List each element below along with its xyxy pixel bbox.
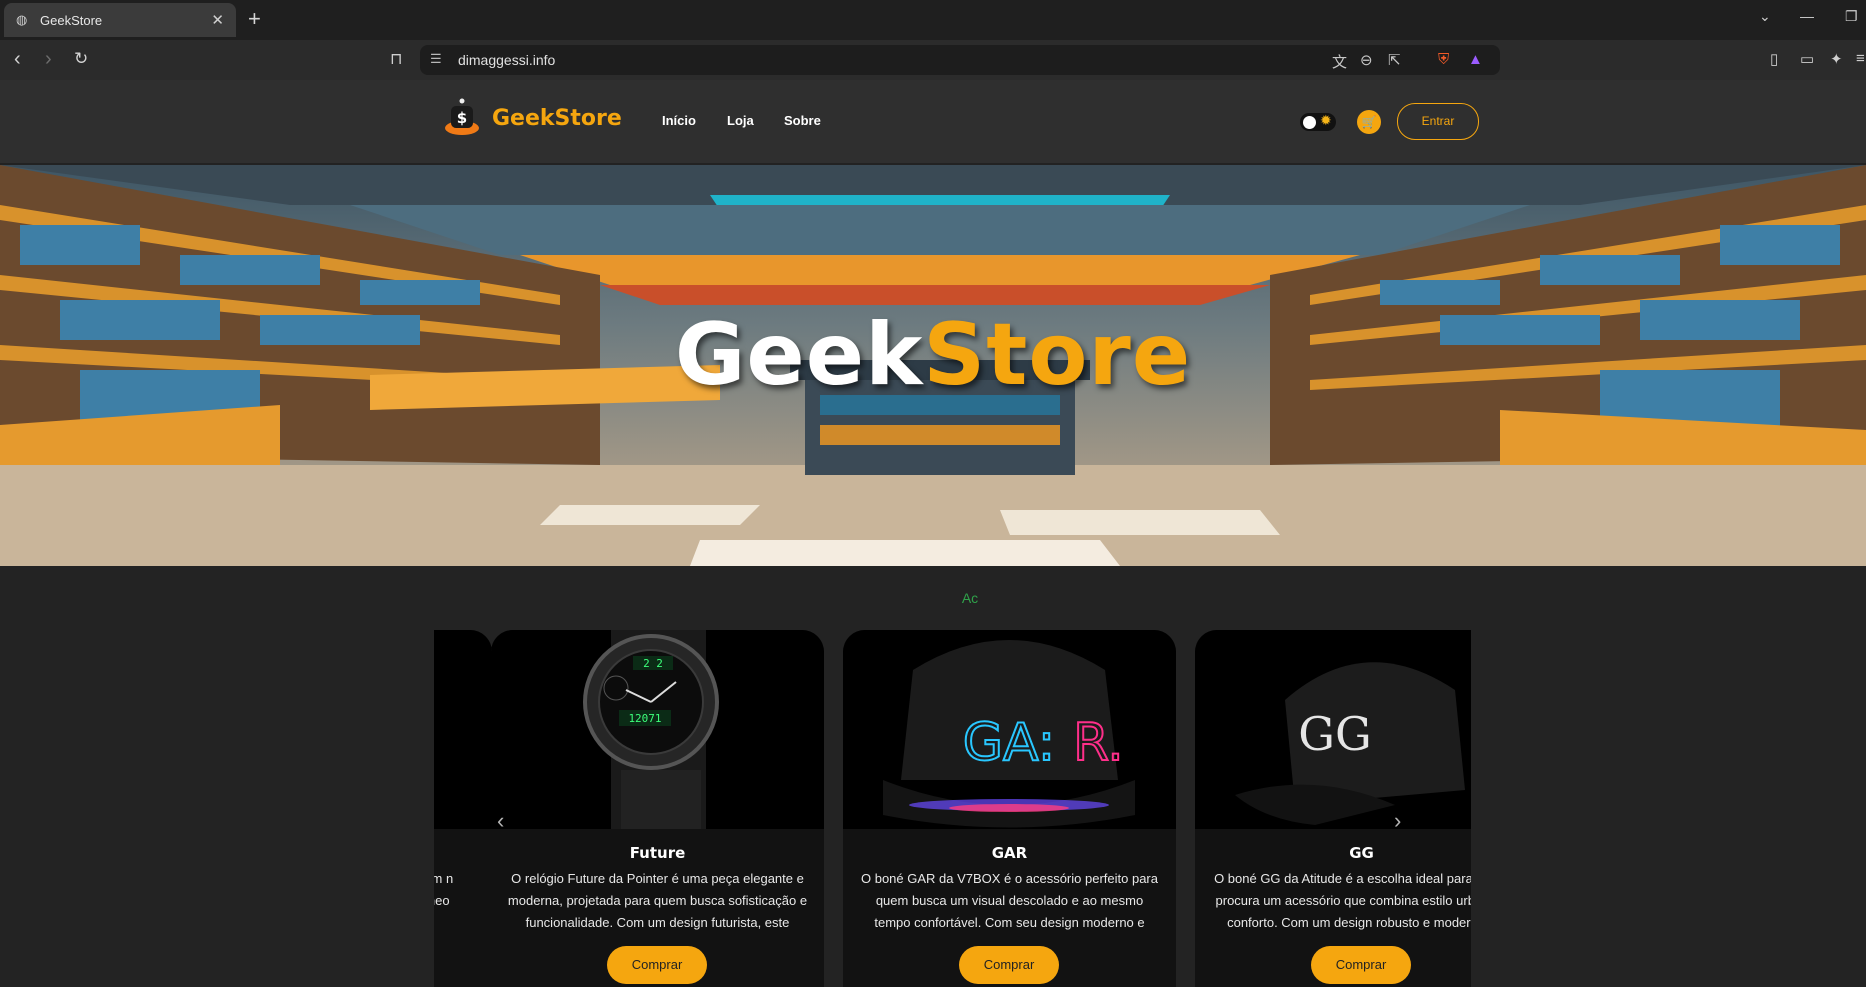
site-info-icon[interactable]: ☰ <box>430 51 442 67</box>
globe-icon: ◍ <box>16 12 28 27</box>
theme-toggle[interactable]: ✹ <box>1300 112 1336 131</box>
svg-text:GA:: GA: <box>963 713 1055 773</box>
svg-text:GG: GG <box>1298 707 1372 761</box>
hero-title-store: Store <box>923 305 1192 405</box>
svg-text:$: $ <box>457 109 467 127</box>
zoom-icon[interactable]: ⊖ <box>1360 51 1373 69</box>
product-description: O boné GG da Atitude é a escolha ideal p… <box>1214 871 1471 930</box>
close-tab-icon[interactable]: ✕ <box>211 11 224 29</box>
new-tab-button[interactable]: + <box>248 6 261 32</box>
leo-ai-icon[interactable]: ✦ <box>1830 50 1843 68</box>
product-card[interactable]: a quem n um âneo e... <box>434 630 492 987</box>
product-description: a quem n um âneo e... <box>434 871 454 908</box>
url-text: dimaggessi.info <box>458 52 556 68</box>
nav-inicio[interactable]: Início <box>662 113 696 128</box>
login-button[interactable]: Entrar <box>1397 103 1479 140</box>
carousel-next-icon[interactable]: › <box>1394 808 1401 834</box>
store-logo-icon[interactable]: $ <box>444 98 480 136</box>
buy-button[interactable]: Comprar <box>607 946 707 984</box>
svg-text:12071: 12071 <box>628 712 661 725</box>
tab-title: GeekStore <box>40 12 103 28</box>
browser-tab[interactable]: ◍ GeekStore ✕ <box>4 3 236 37</box>
reload-button[interactable]: ↻ <box>74 49 88 69</box>
brand-name[interactable]: GeekStore <box>492 106 622 131</box>
svg-text:R.: R. <box>1073 713 1124 773</box>
cart-icon[interactable]: 🛒 <box>1357 110 1381 134</box>
product-image-cap-gar: GA: R. <box>843 630 1176 829</box>
product-image-watch: 2 2 12071 <box>491 630 824 829</box>
forward-button[interactable]: › <box>45 48 52 71</box>
product-description: O relógio Future da Pointer é uma peça e… <box>507 871 808 930</box>
section-label: Ac <box>961 590 979 606</box>
product-carousel: a quem n um âneo e... 2 2 12071 Future O… <box>434 630 1471 987</box>
menu-icon[interactable]: ≡ <box>1856 50 1865 67</box>
address-bar[interactable]: ☰ dimaggessi.info 文 ⊖ ⇱ ⛨ ▲ <box>420 45 1500 75</box>
buy-button[interactable]: Comprar <box>1311 946 1411 984</box>
minimize-button[interactable]: — <box>1800 8 1814 24</box>
browser-tab-bar: ◍ GeekStore ✕ + ⌄ — ❐ <box>0 0 1866 40</box>
toggle-knob <box>1303 116 1316 129</box>
buy-button[interactable]: Comprar <box>959 946 1059 984</box>
hero-title: GeekStore <box>0 305 1866 405</box>
back-button[interactable]: ‹ <box>14 48 21 71</box>
product-card-future[interactable]: 2 2 12071 Future O relógio Future da Poi… <box>491 630 824 987</box>
product-card-gg[interactable]: GG GG O boné GG da Atitude é a escolha i… <box>1195 630 1471 987</box>
tab-search-icon[interactable]: ⌄ <box>1759 8 1771 25</box>
product-name: GAR <box>991 844 1028 862</box>
product-card-gar[interactable]: GA: R. GAR O boné GAR da V7BOX é o acess… <box>843 630 1176 987</box>
browser-toolbar: ‹ › ↻ ⊓ ☰ dimaggessi.info 文 ⊖ ⇱ ⛨ ▲ ▯ ▭ … <box>0 40 1866 80</box>
product-description: O boné GAR da V7BOX é o acessório perfei… <box>860 871 1158 930</box>
hero-title-geek: Geek <box>674 305 924 405</box>
nav-sobre[interactable]: Sobre <box>784 113 821 128</box>
carousel-prev-icon[interactable]: ‹ <box>497 808 504 834</box>
translate-icon[interactable]: 文 <box>1332 51 1347 72</box>
wallet-icon[interactable]: ▭ <box>1800 50 1814 68</box>
restore-button[interactable]: ❐ <box>1845 8 1858 25</box>
product-name: Future <box>629 844 686 862</box>
product-image <box>434 630 492 829</box>
product-image-cap-gg: GG <box>1195 630 1471 829</box>
site-header: $ GeekStore Início Loja Sobre ✹ 🛒 Entrar <box>0 80 1866 165</box>
brave-shield-icon[interactable]: ⛨ <box>1438 51 1449 68</box>
svg-text:2 2: 2 2 <box>643 657 663 670</box>
product-name: GG <box>1349 844 1374 862</box>
sun-icon: ✹ <box>1320 112 1332 128</box>
hero-banner: GeekStore <box>0 165 1866 566</box>
sidebar-icon[interactable]: ▯ <box>1770 50 1778 68</box>
bookmark-icon[interactable]: ⊓ <box>390 49 402 69</box>
nav-loja[interactable]: Loja <box>727 113 754 128</box>
brave-rewards-icon[interactable]: ▲ <box>1468 51 1483 68</box>
share-icon[interactable]: ⇱ <box>1388 51 1401 69</box>
